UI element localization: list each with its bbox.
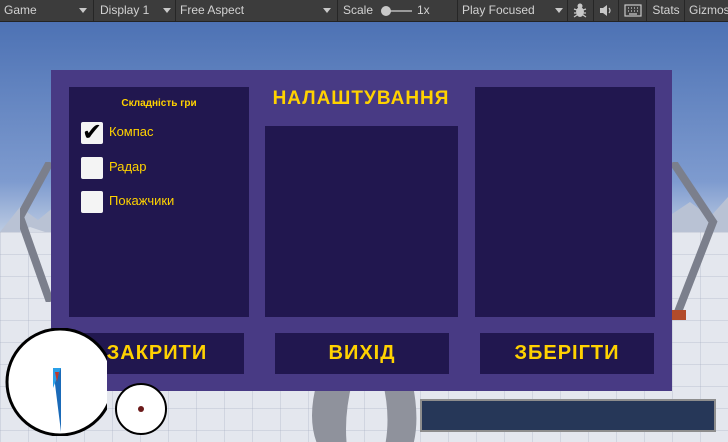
radar-label: Радар	[109, 159, 147, 174]
arch-right	[669, 162, 718, 312]
radar-widget	[115, 383, 167, 435]
save-button[interactable]: ЗБЕРІГТИ	[480, 333, 654, 374]
scale-label: Scale	[343, 3, 374, 17]
toolbar-divider	[175, 0, 176, 21]
toolbar-divider	[337, 0, 338, 21]
right-box	[475, 87, 655, 317]
scale-slider-handle[interactable]	[381, 6, 391, 16]
pointers-checkbox[interactable]	[81, 191, 103, 213]
gizmos-button[interactable]: Gizmos	[689, 0, 728, 21]
display-dropdown[interactable]: Display 1	[100, 0, 160, 21]
red-object	[672, 310, 686, 320]
aspect-dropdown[interactable]: Free Aspect	[180, 0, 320, 21]
chevron-down-icon	[163, 8, 171, 13]
display-label: Display 1	[100, 3, 150, 17]
play-mode-label: Play Focused	[462, 3, 535, 17]
radar-checkbox[interactable]	[81, 157, 103, 179]
game-tab-label: Game	[4, 3, 37, 17]
compass-checkbox[interactable]: ✔	[81, 118, 103, 146]
game-tab-dropdown[interactable]: Game	[4, 0, 74, 21]
compass-label: Компас	[109, 124, 154, 139]
chevron-down-icon	[323, 8, 331, 13]
stats-button[interactable]: Stats	[649, 0, 683, 21]
toolbar-divider	[646, 0, 647, 21]
compass-widget	[5, 328, 107, 436]
scale-value: 1x	[417, 3, 430, 17]
status-bar	[420, 399, 716, 432]
bug-icon[interactable]	[571, 2, 589, 19]
aspect-label: Free Aspect	[180, 3, 245, 17]
speaker-icon[interactable]	[598, 3, 614, 18]
settings-title: НАЛАШТУВАННЯ	[272, 88, 450, 109]
toolbar-divider	[593, 0, 594, 21]
toolbar-divider	[618, 0, 619, 21]
keyboard-icon[interactable]	[624, 4, 642, 17]
center-box	[265, 126, 458, 317]
toolbar-divider	[567, 0, 568, 21]
difficulty-title: Складність гри	[121, 98, 197, 109]
checkmark-icon: ✔	[82, 118, 103, 146]
toolbar-divider	[93, 0, 94, 21]
pointers-label: Покажчики	[109, 193, 175, 208]
radar-dot-icon	[138, 406, 144, 412]
toolbar-divider	[684, 0, 685, 21]
play-mode-dropdown[interactable]: Play Focused	[462, 0, 552, 21]
game-view-toolbar: Game Display 1 Free Aspect Scale 1x Play…	[0, 0, 728, 22]
toolbar-divider	[457, 0, 458, 21]
chevron-down-icon	[79, 8, 87, 13]
chevron-down-icon	[555, 8, 563, 13]
exit-button[interactable]: ВИХІД	[275, 333, 449, 374]
